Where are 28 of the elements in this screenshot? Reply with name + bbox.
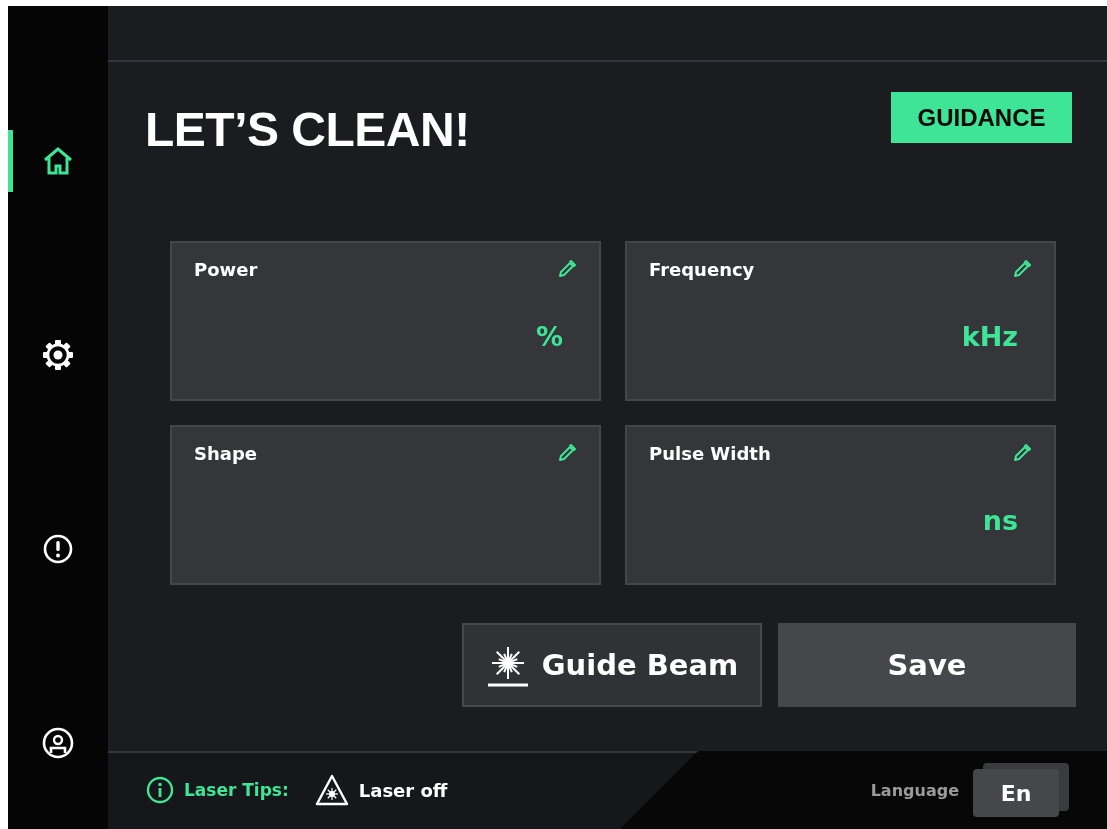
laser-status: Laser off bbox=[358, 779, 448, 801]
parameter-label: Frequency bbox=[649, 259, 755, 280]
edit-button[interactable] bbox=[557, 259, 577, 279]
parameter-card[interactable]: Frequency kHz bbox=[625, 241, 1056, 401]
info-icon bbox=[146, 776, 174, 804]
alert-icon bbox=[43, 534, 73, 564]
unit-label: kHz bbox=[961, 321, 1018, 352]
parameter-label: Power bbox=[194, 259, 258, 280]
parameter-label: Pulse Width bbox=[649, 443, 771, 464]
unit-label: % bbox=[535, 321, 563, 352]
parameter-card[interactable]: Shape bbox=[170, 425, 601, 585]
unit-label: ns bbox=[982, 505, 1018, 536]
account-icon bbox=[42, 727, 74, 759]
guidance-button[interactable]: GUIDANCE bbox=[891, 92, 1072, 143]
page-title: LET’S CLEAN! bbox=[145, 102, 470, 157]
guide-beam-button[interactable]: Guide Beam bbox=[462, 623, 762, 707]
parameter-card[interactable]: Pulse Width ns bbox=[625, 425, 1056, 585]
edit-button[interactable] bbox=[1012, 259, 1032, 279]
parameter-card[interactable]: Power % bbox=[170, 241, 601, 401]
save-button[interactable]: Save bbox=[778, 623, 1076, 707]
parameter-label: Shape bbox=[194, 443, 258, 464]
language-label: Language bbox=[870, 780, 959, 800]
laser-tips-label: Laser Tips: bbox=[184, 780, 289, 800]
home-icon bbox=[43, 147, 73, 175]
edit-button[interactable] bbox=[1012, 443, 1032, 463]
edit-button[interactable] bbox=[557, 443, 577, 463]
settings-icon bbox=[42, 339, 74, 371]
laser-warning-icon bbox=[314, 774, 349, 806]
